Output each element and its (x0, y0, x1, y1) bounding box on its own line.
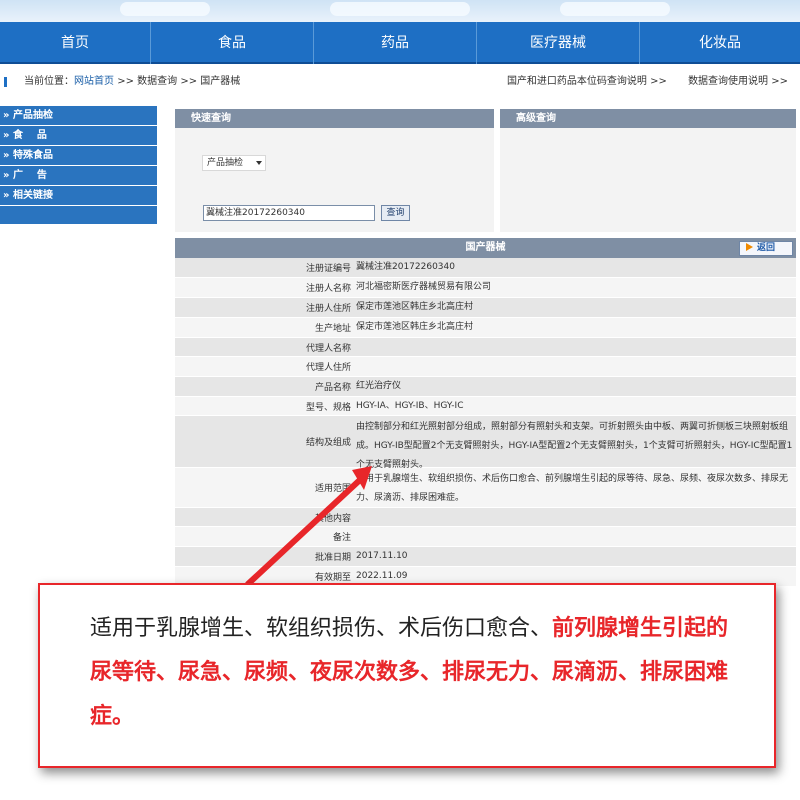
callout-pointer-line (245, 475, 365, 587)
callout-normal-text: 适用于乳腺增生、软组织损伤、术后伤口愈合、 (90, 616, 553, 641)
highlight-callout: 适用于乳腺增生、软组织损伤、术后伤口愈合、前列腺增生引起的尿等待、尿急、尿频、夜… (38, 583, 776, 768)
